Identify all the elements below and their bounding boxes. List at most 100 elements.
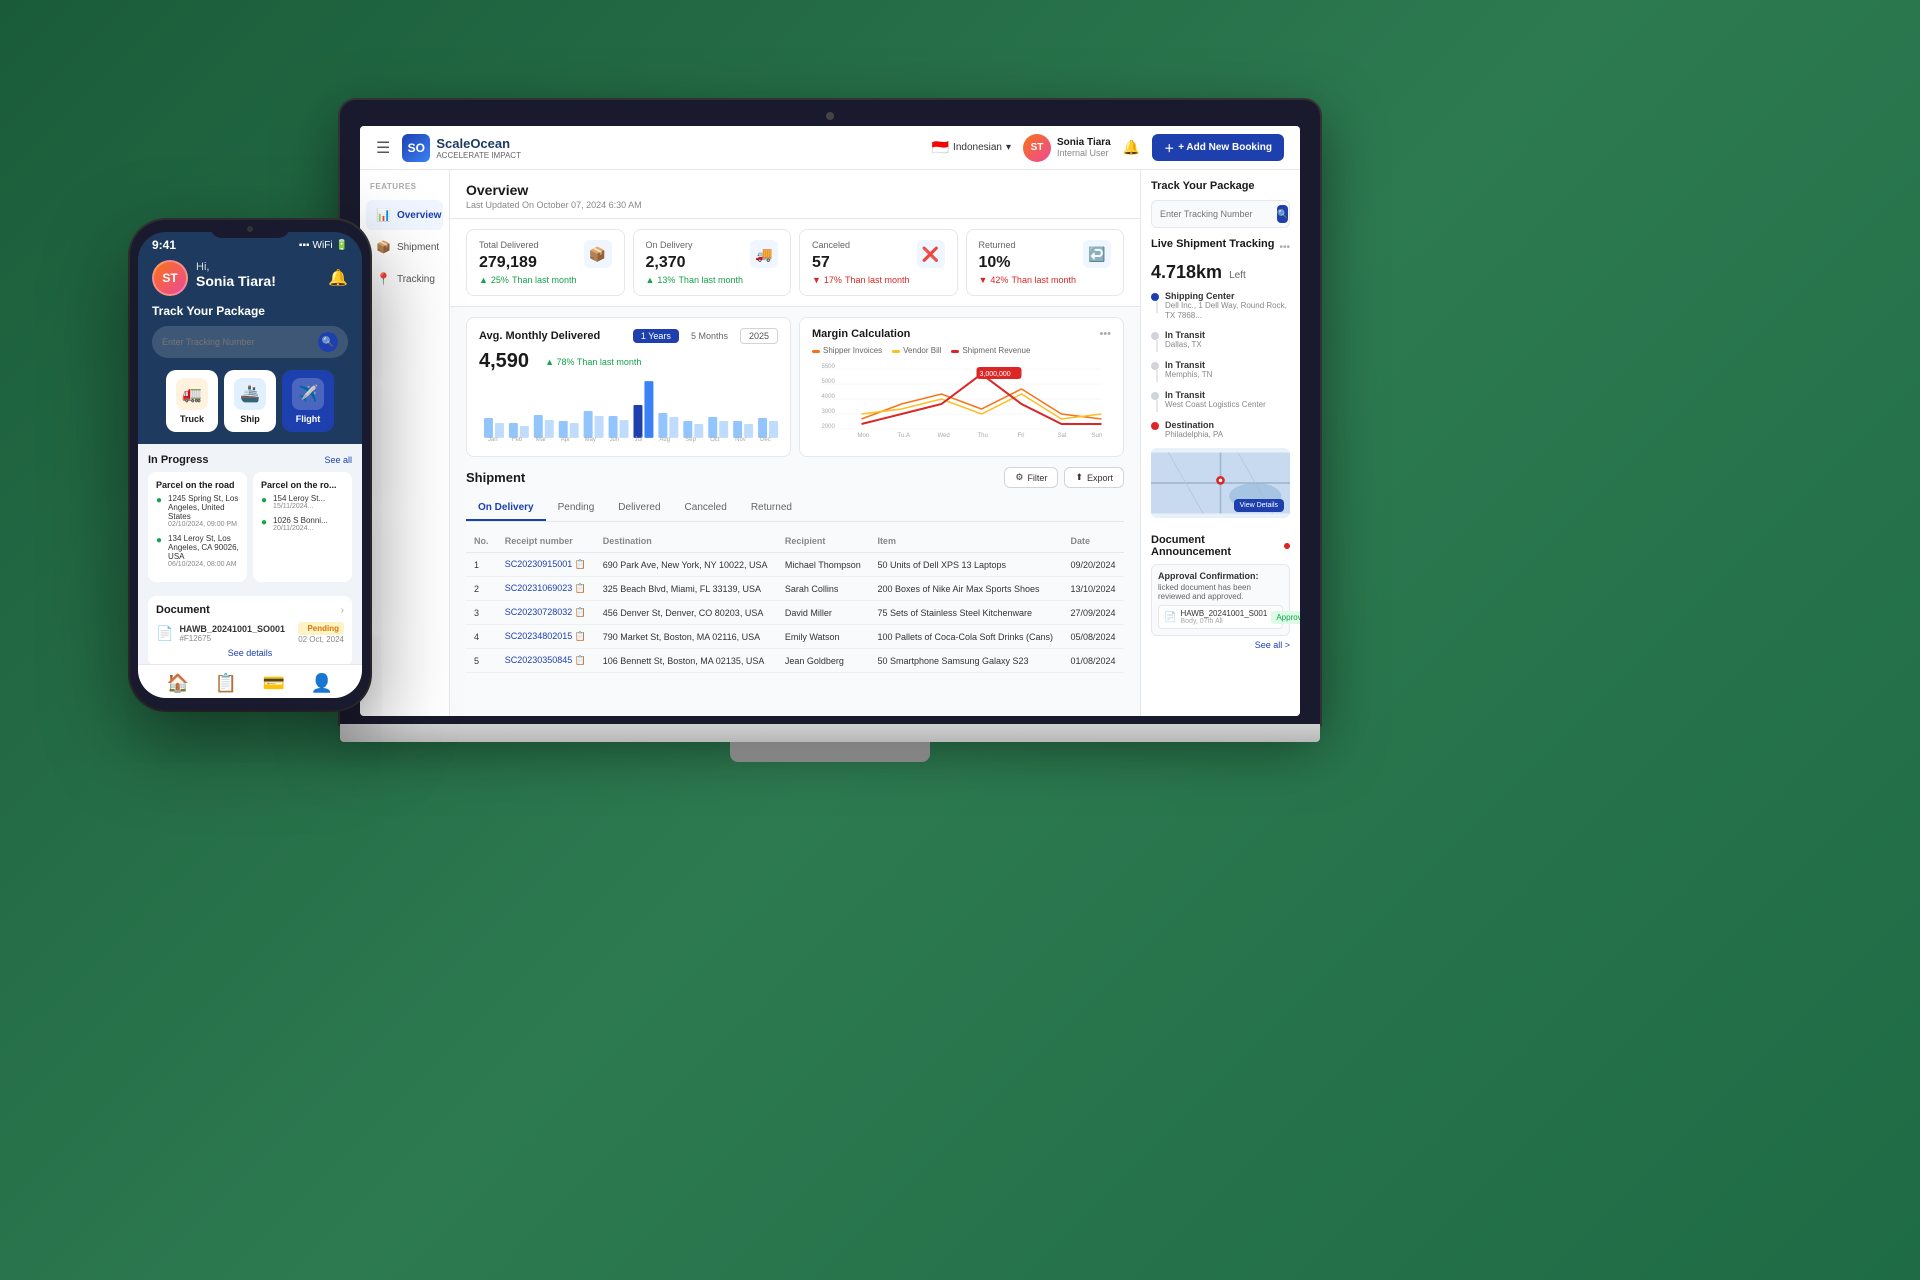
step-addr: Memphis, TN <box>1165 370 1212 380</box>
doc-date: 02 Oct, 2024 <box>298 635 344 644</box>
laptop-bezel: ☰ SO ScaleOcean ACCELERATE IMPACT 🇮🇩 <box>340 100 1320 724</box>
avatar: ST <box>1023 134 1051 162</box>
menu-icon[interactable]: ☰ <box>376 138 390 158</box>
cell-date: 05/08/2024 <box>1062 625 1124 649</box>
progress-date: 02/10/2024, 09:00 PM <box>168 521 239 528</box>
phone-search: 🔍 <box>152 326 348 358</box>
in-progress-title: In Progress <box>148 454 209 466</box>
track-search-button[interactable]: 🔍 <box>1277 205 1288 223</box>
tracking-icon: 📍 <box>376 272 391 286</box>
phone-status-icons: ▪▪▪ WiFi 🔋 <box>299 240 348 251</box>
legend-shipment: Shipment Revenue <box>951 346 1030 355</box>
view-details-button[interactable]: View Details <box>1234 499 1284 512</box>
ship-label: Ship <box>240 414 260 424</box>
step-info: In Transit Dallas, TX <box>1165 330 1205 350</box>
year-badge: 2025 <box>740 328 778 344</box>
more-options-icon[interactable]: ••• <box>1279 242 1290 253</box>
transport-truck[interactable]: 🚛 Truck <box>166 370 218 432</box>
tab-returned[interactable]: Returned <box>739 496 804 521</box>
svg-text:Jan: Jan <box>488 437 498 443</box>
in-progress-header: In Progress See all <box>148 454 352 466</box>
phone-bell[interactable]: 🔔 <box>328 268 348 288</box>
chart-legend: Shipper Invoices Vendor Bill Shipment Re… <box>812 346 1111 355</box>
step-destination: Destination Philadelphia, PA <box>1151 420 1290 440</box>
doc-file-date: Body, 07th All <box>1180 618 1267 625</box>
phone-search-input[interactable] <box>162 337 318 347</box>
tab-on-delivery[interactable]: On Delivery <box>466 496 546 521</box>
nav-profile[interactable]: 👤 <box>311 673 333 694</box>
table-row: 3 SC20230728032 📋 456 Denver St, Denver,… <box>466 601 1124 625</box>
phone-device: 9:41 ▪▪▪ WiFi 🔋 ST Hi, Sonia Tiara! 🔔 <box>130 220 370 710</box>
svg-text:3,000,000: 3,000,000 <box>980 371 1011 378</box>
track-search-box: 🔍 <box>1151 200 1290 228</box>
parcel-cards: Parcel on the road ● 1245 Spring St, Los… <box>148 472 352 588</box>
topbar-right: 🇮🇩 Indonesian ▾ ST Sonia Tiara Internal … <box>932 134 1284 162</box>
document-section: Document › 📄 HAWB_20241001_SO001 #F12675… <box>148 596 352 664</box>
tab-5months[interactable]: 5 Months <box>683 329 736 343</box>
stat-note: Than last month <box>678 275 743 285</box>
nav-home[interactable]: 🏠 <box>167 673 189 694</box>
tab-delivered[interactable]: Delivered <box>606 496 672 521</box>
nav-list[interactable]: 📋 <box>215 673 237 694</box>
col-destination: Destination <box>595 530 777 553</box>
track-search-input[interactable] <box>1160 209 1277 219</box>
svg-text:4000: 4000 <box>822 394 836 400</box>
col-item: Item <box>869 530 1062 553</box>
phone-header: ST Hi, Sonia Tiara! 🔔 Track Your Package… <box>138 256 362 444</box>
progress-addr: 134 Leroy St, Los Angeles, CA 90026, USA <box>168 534 239 561</box>
cell-item: 200 Boxes of Nike Air Max Sports Shoes <box>869 577 1062 601</box>
export-icon: ⬆ <box>1075 472 1083 483</box>
truck-label: Truck <box>180 414 204 424</box>
table-row: 5 SC20230350845 📋 106 Bennett St, Boston… <box>466 649 1124 673</box>
monthly-change: ▲ 78% Than last month <box>545 357 641 367</box>
add-booking-button[interactable]: ＋ + Add New Booking <box>1152 134 1284 161</box>
stat-label: Returned <box>979 240 1076 250</box>
step-addr: Dallas, TX <box>1165 340 1205 350</box>
step-dot-gray <box>1151 362 1159 370</box>
nav-card[interactable]: 💳 <box>263 673 285 694</box>
export-label: Export <box>1087 473 1113 483</box>
progress-item-1: ● 154 Leroy St... 15/11/2024... <box>261 494 344 510</box>
see-details-link[interactable]: See details <box>156 648 344 658</box>
ship-icon: 🚢 <box>240 384 260 404</box>
sidebar-item-shipment[interactable]: 📦 Shipment <box>366 232 443 262</box>
cell-destination: 106 Bennett St, Boston, MA 02135, USA <box>595 649 777 673</box>
transport-ship[interactable]: 🚢 Ship <box>224 370 276 432</box>
progress-date: 06/10/2024, 08:00 AM <box>168 561 239 568</box>
tab-1years[interactable]: 1 Years <box>633 329 679 343</box>
export-button[interactable]: ⬆ Export <box>1064 467 1124 488</box>
add-booking-label: + Add New Booking <box>1178 142 1272 153</box>
phone-frame: 9:41 ▪▪▪ WiFi 🔋 ST Hi, Sonia Tiara! 🔔 <box>130 220 370 710</box>
see-all-link[interactable]: See all <box>324 455 352 465</box>
see-all-link[interactable]: See all > <box>1151 640 1290 650</box>
distance-value: 4.718km <box>1151 262 1222 282</box>
stat-pct: 17% <box>824 275 842 285</box>
battery-icon: 🔋 <box>336 240 348 251</box>
cell-destination: 790 Market St, Boston, MA 02116, USA <box>595 625 777 649</box>
cell-item: 100 Pallets of Coca-Cola Soft Drinks (Ca… <box>869 625 1062 649</box>
col-date: Date <box>1062 530 1124 553</box>
phone-search-button[interactable]: 🔍 <box>318 332 338 352</box>
doc-file: 📄 HAWB_20241001_S001 Body, 07th All Appr… <box>1158 605 1283 629</box>
step-transit-3: In Transit West Coast Logistics Center <box>1151 390 1290 412</box>
sidebar-item-overview[interactable]: 📊 Overview <box>366 200 443 230</box>
step-info: Shipping Center Dell Inc., 1 Dell Way, R… <box>1165 291 1290 322</box>
notification-bell-icon[interactable]: 🔔 <box>1123 139 1140 156</box>
stat-icon: 🚚 <box>750 240 778 268</box>
avg-monthly-chart: Avg. Monthly Delivered 1 Years 5 Months … <box>466 317 791 457</box>
filter-icon: ⚙ <box>1015 472 1023 483</box>
shipment-actions: ⚙ Filter ⬆ Export <box>1004 467 1124 488</box>
filter-button[interactable]: ⚙ Filter <box>1004 467 1058 488</box>
progress-addr: 1245 Spring St, Los Angeles, United Stat… <box>168 494 239 521</box>
more-icon[interactable]: ••• <box>1099 328 1111 340</box>
tab-pending[interactable]: Pending <box>546 496 607 521</box>
sidebar-item-tracking[interactable]: 📍 Tracking <box>366 264 443 294</box>
transport-flight[interactable]: ✈️ Flight <box>282 370 334 432</box>
tab-canceled[interactable]: Canceled <box>673 496 739 521</box>
cell-receipt: SC20230728032 📋 <box>497 601 595 625</box>
laptop-base <box>340 724 1320 742</box>
step-label: In Transit <box>1165 360 1212 370</box>
col-receipt: Receipt number <box>497 530 595 553</box>
language-selector[interactable]: 🇮🇩 Indonesian ▾ <box>932 139 1011 156</box>
arrow-up-icon: ▲ <box>646 275 655 285</box>
